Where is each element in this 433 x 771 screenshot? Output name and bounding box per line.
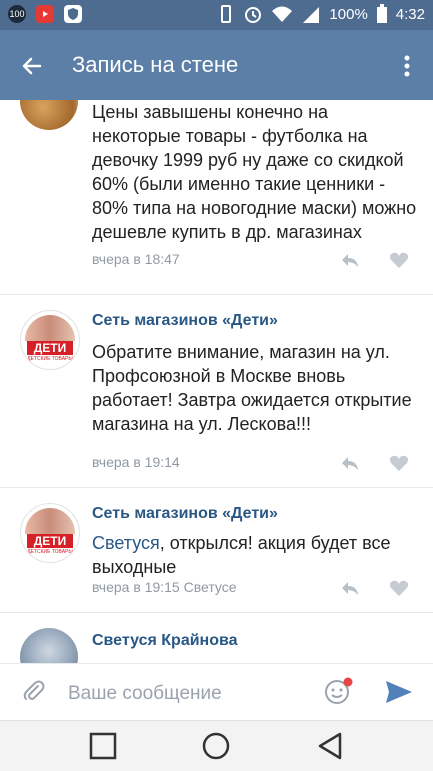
vibrate-icon	[221, 5, 232, 23]
message-input[interactable]	[66, 680, 310, 708]
avatar[interactable]: ДЕТИ ДЕТСКИЕ ТОВАРЫ	[20, 310, 80, 370]
comment-item: ДЕТИ ДЕТСКИЕ ТОВАРЫ Сеть магазинов «Дети…	[0, 487, 433, 613]
more-options-button[interactable]	[395, 48, 419, 84]
youtube-notification-icon	[36, 5, 54, 23]
alarm-icon	[245, 7, 262, 23]
reply-icon[interactable]	[339, 251, 361, 269]
avatar[interactable]: ДЕТИ ДЕТСКИЕ ТОВАРЫ	[20, 503, 80, 563]
square-icon	[89, 732, 117, 760]
reply-icon[interactable]	[339, 579, 361, 597]
comment-author[interactable]: Светуся Крайнова	[92, 632, 238, 650]
reply-icon[interactable]	[339, 454, 361, 472]
arrow-left-icon	[22, 57, 42, 75]
comment-time: вчера в 18:47	[92, 251, 180, 267]
comments-feed[interactable]: Цены завышены конечно на некоторые товар…	[0, 100, 433, 663]
status-notifications: 100	[8, 5, 82, 23]
comment-item: Светуся Крайнова	[0, 612, 433, 663]
shield-notification-icon	[64, 5, 82, 23]
back-nav-button[interactable]	[314, 731, 348, 761]
heart-icon[interactable]	[389, 454, 409, 472]
avatar-photo	[25, 508, 75, 534]
mention-link[interactable]: Светуся	[92, 533, 160, 553]
back-button[interactable]	[14, 48, 50, 84]
battery-percent: 100%	[329, 5, 368, 23]
status-bar: 100 100% 4:32	[0, 0, 433, 30]
status-system: 100% 4:32	[217, 4, 425, 24]
comment-time: вчера в 19:15 Светусе	[92, 579, 237, 595]
send-icon[interactable]	[384, 678, 414, 706]
circle-icon	[202, 732, 230, 760]
more-vert-icon	[404, 55, 410, 77]
heart-icon[interactable]	[389, 579, 409, 597]
message-composer	[0, 663, 433, 721]
comment-time: вчера в 19:14	[92, 454, 180, 470]
home-button[interactable]	[199, 731, 233, 761]
comment-text: Светуся, открылся! акция будет все выход…	[92, 531, 417, 579]
avatar[interactable]	[20, 100, 78, 130]
comment-text: Обратите внимание, магазин на ул. Профсо…	[92, 342, 412, 434]
clock: 4:32	[395, 5, 425, 23]
comment-author[interactable]: Сеть магазинов «Дети»	[92, 312, 278, 330]
signal-icon	[303, 7, 320, 23]
heart-icon[interactable]	[389, 251, 409, 269]
notification-100-text: 100	[9, 9, 25, 19]
comment-item: ДЕТИ ДЕТСКИЕ ТОВАРЫ Сеть магазинов «Дети…	[0, 294, 433, 488]
avatar-photo	[25, 315, 75, 341]
notification-100-icon: 100	[8, 5, 26, 23]
wifi-icon	[272, 6, 293, 22]
paperclip-icon[interactable]	[20, 678, 48, 706]
battery-icon	[376, 4, 387, 23]
system-nav-bar	[0, 720, 433, 771]
triangle-back-icon	[318, 732, 342, 760]
avatar-logo-sub: ДЕТСКИЕ ТОВАРЫ	[27, 356, 73, 362]
comment-item: Цены завышены конечно на некоторые товар…	[0, 100, 433, 295]
avatar-logo-sub: ДЕТСКИЕ ТОВАРЫ	[27, 549, 73, 555]
avatar[interactable]	[20, 628, 78, 663]
comment-text: Цены завышены конечно на некоторые товар…	[92, 102, 417, 242]
comment-author[interactable]: Сеть магазинов «Дети»	[92, 505, 278, 523]
app-bar: Запись на стене	[0, 30, 433, 100]
avatar-logo-text: ДЕТИ	[27, 341, 73, 355]
avatar-logo-text: ДЕТИ	[27, 534, 73, 548]
recents-button[interactable]	[86, 731, 120, 761]
page-title: Запись на стене	[72, 52, 239, 77]
emoji-icon[interactable]	[324, 676, 354, 706]
